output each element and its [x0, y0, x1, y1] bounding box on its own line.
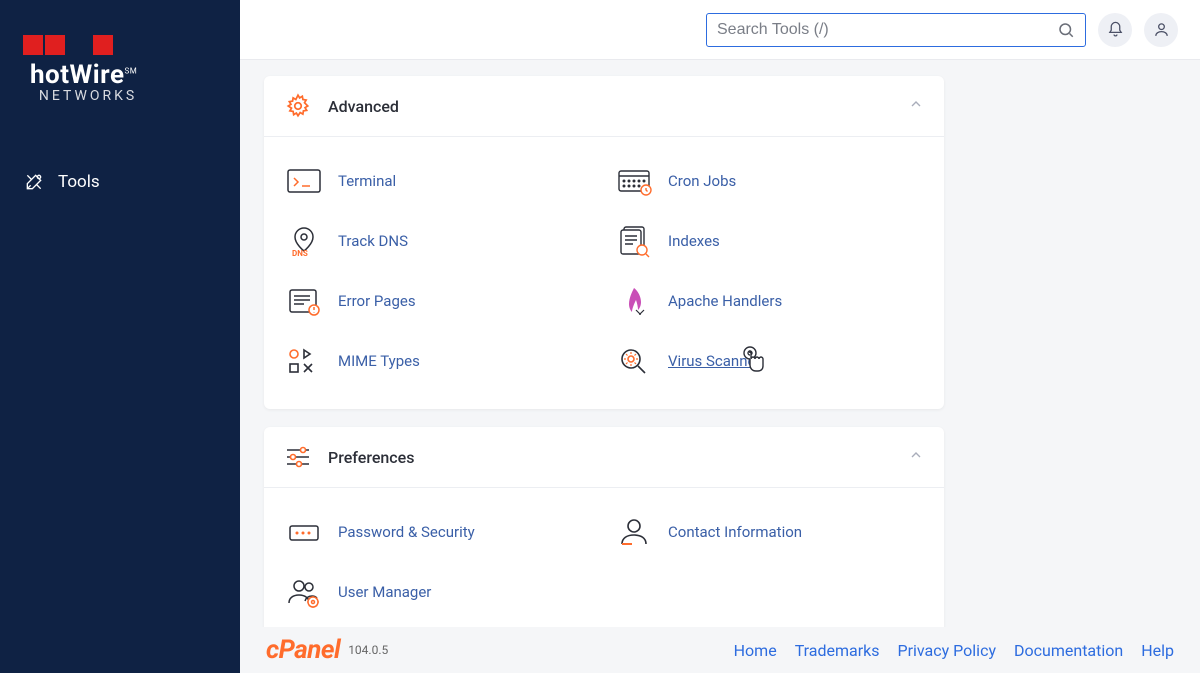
app-virus-scanner[interactable]: Virus Scanner	[604, 331, 934, 391]
app-label: Track DNS	[338, 232, 408, 250]
terminal-icon	[284, 163, 324, 199]
chevron-up-icon	[908, 96, 924, 116]
sidebar: hotWireSM NETWORKS Tools	[0, 0, 240, 673]
search-box[interactable]	[706, 13, 1086, 47]
app-label: Cron Jobs	[668, 172, 736, 190]
app-track-dns[interactable]: DNS Track DNS	[274, 211, 604, 271]
user-icon	[1153, 21, 1170, 38]
svg-text:DNS: DNS	[292, 249, 308, 258]
section-body-advanced: Terminal Cron Jobs DNS Track DNS Indexes	[264, 137, 944, 409]
app-mime-types[interactable]: MIME Types	[274, 331, 604, 391]
virus-icon	[614, 343, 654, 379]
app-error-pages[interactable]: Error Pages	[274, 271, 604, 331]
gear-icon	[284, 92, 312, 120]
section-title: Advanced	[328, 97, 908, 116]
app-label: Contact Information	[668, 523, 802, 541]
topbar	[240, 0, 1200, 60]
dns-icon: DNS	[284, 223, 324, 259]
mime-icon	[284, 343, 324, 379]
app-apache-handlers[interactable]: Apache Handlers	[604, 271, 934, 331]
cpanel-logo: cPanel	[266, 635, 340, 665]
app-contact-information[interactable]: Contact Information	[604, 502, 934, 562]
app-password-security[interactable]: Password & Security	[274, 502, 604, 562]
footer-link-home[interactable]: Home	[734, 641, 777, 660]
main-content: Advanced Terminal Cron Jobs DNS	[240, 60, 1200, 673]
cron-icon	[614, 163, 654, 199]
contact-icon	[614, 514, 654, 550]
section-preferences: Preferences Password & Security Contact …	[264, 427, 944, 640]
brand-logo: hotWireSM NETWORKS	[0, 0, 240, 128]
app-indexes[interactable]: Indexes	[604, 211, 934, 271]
app-terminal[interactable]: Terminal	[274, 151, 604, 211]
tools-icon	[24, 172, 44, 192]
app-label: User Manager	[338, 583, 431, 601]
search-input[interactable]	[717, 21, 1057, 39]
app-cron-jobs[interactable]: Cron Jobs	[604, 151, 934, 211]
footer: cPanel 104.0.5 Home Trademarks Privacy P…	[240, 627, 1200, 673]
footer-link-documentation[interactable]: Documentation	[1014, 641, 1123, 660]
indexes-icon	[614, 223, 654, 259]
app-label: Error Pages	[338, 292, 416, 310]
sidebar-item-label: Tools	[58, 172, 100, 192]
apache-icon	[614, 283, 654, 319]
app-label: Terminal	[338, 172, 396, 190]
bell-icon	[1107, 21, 1124, 38]
footer-link-privacy[interactable]: Privacy Policy	[898, 641, 997, 660]
app-label: Virus Scanner	[668, 352, 761, 370]
section-title: Preferences	[328, 448, 908, 467]
app-label: Password & Security	[338, 523, 475, 541]
brand-logo-mark	[22, 34, 114, 60]
footer-link-trademarks[interactable]: Trademarks	[795, 641, 880, 660]
usermgr-icon	[284, 574, 324, 610]
footer-link-help[interactable]: Help	[1141, 641, 1174, 660]
section-body-preferences: Password & Security Contact Information …	[264, 488, 944, 640]
sidebar-nav: Tools	[0, 162, 240, 202]
section-header-preferences[interactable]: Preferences	[264, 427, 944, 488]
section-header-advanced[interactable]: Advanced	[264, 76, 944, 137]
search-icon	[1057, 21, 1075, 39]
notifications-button[interactable]	[1098, 13, 1132, 47]
app-label: Indexes	[668, 232, 720, 250]
errorpages-icon	[284, 283, 324, 319]
brand-logo-text: hotWireSM NETWORKS	[30, 60, 137, 104]
sliders-icon	[284, 443, 312, 471]
chevron-up-icon	[908, 447, 924, 467]
section-advanced: Advanced Terminal Cron Jobs DNS	[264, 76, 944, 409]
app-user-manager[interactable]: User Manager	[274, 562, 604, 622]
password-icon	[284, 514, 324, 550]
app-label: Apache Handlers	[668, 292, 782, 310]
app-label: MIME Types	[338, 352, 420, 370]
user-menu-button[interactable]	[1144, 13, 1178, 47]
cpanel-version: 104.0.5	[348, 643, 388, 657]
sidebar-item-tools[interactable]: Tools	[0, 162, 240, 202]
